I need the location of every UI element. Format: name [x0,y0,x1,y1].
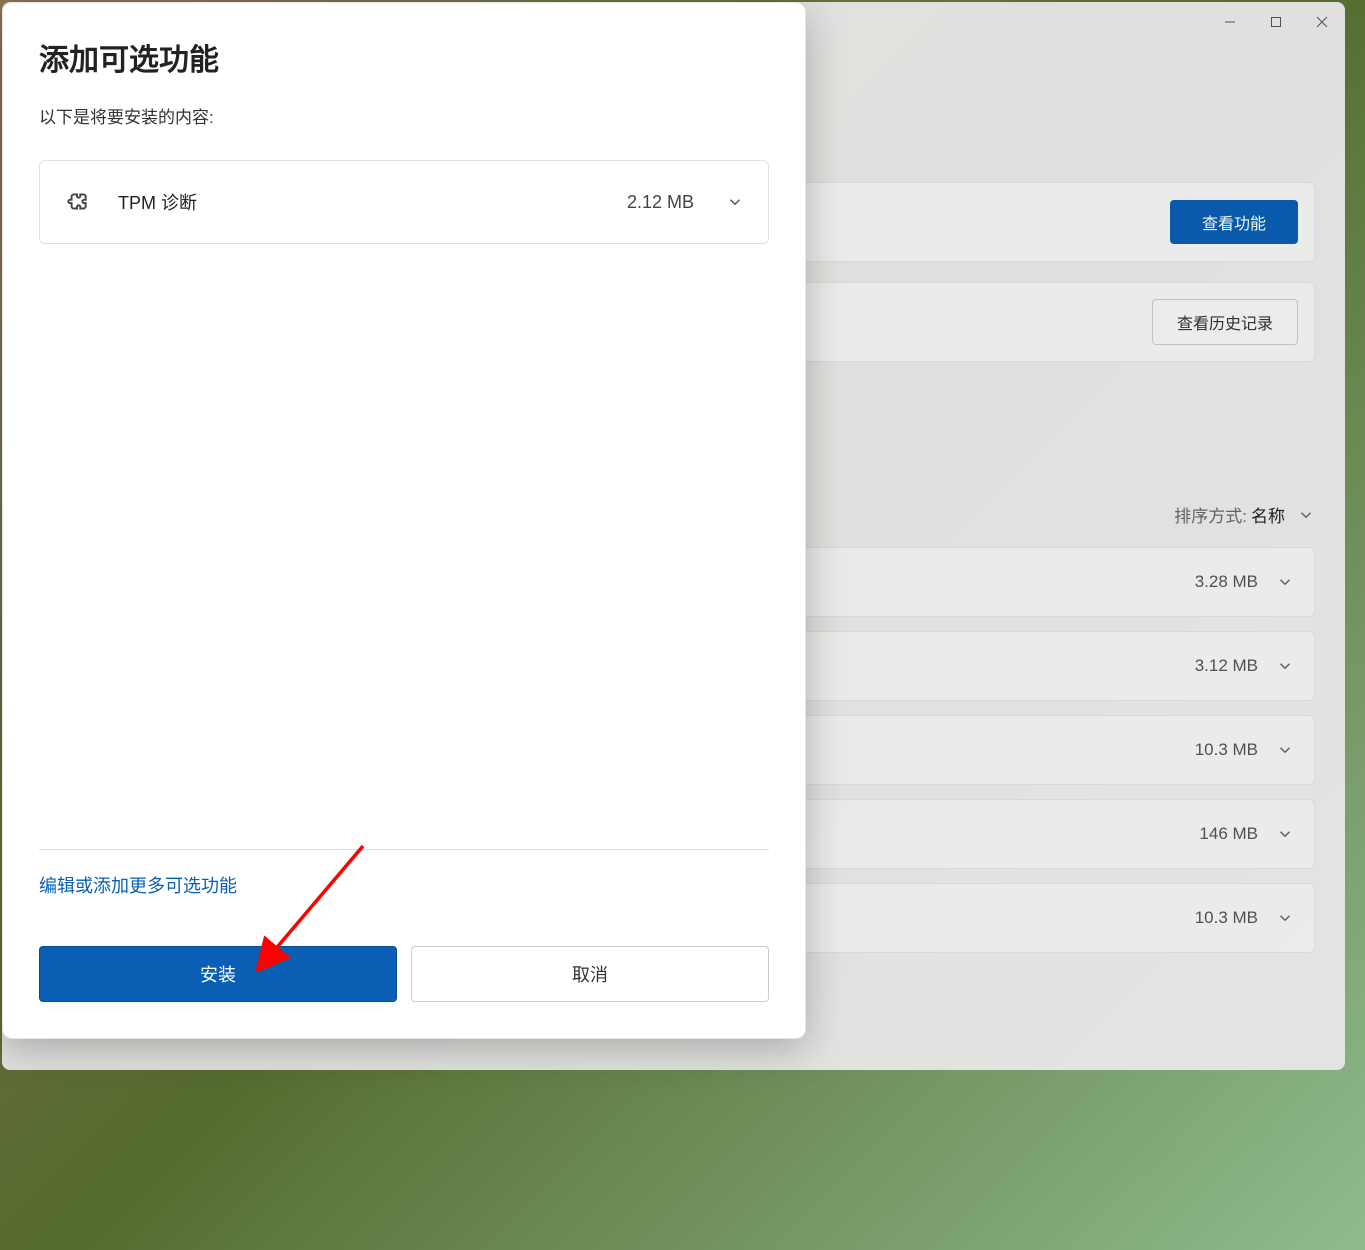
maximize-button[interactable] [1253,2,1299,42]
add-optional-feature-dialog: 添加可选功能 以下是将要安装的内容: TPM 诊断 2.12 MB 编辑或添加更… [2,2,806,1039]
feature-item-tpm[interactable]: TPM 诊断 2.12 MB [40,161,768,243]
feature-size: 3.28 MB [1195,572,1258,592]
install-button[interactable]: 安装 [39,946,397,1002]
dialog-subtitle: 以下是将要安装的内容: [39,103,769,128]
close-button[interactable] [1299,2,1345,42]
sort-value: 名称 [1251,502,1285,527]
feature-size: 10.3 MB [1195,740,1258,760]
puzzle-icon [64,189,90,215]
dialog-title: 添加可选功能 [39,35,769,79]
feature-size: 3.12 MB [1195,656,1258,676]
chevron-down-icon[interactable] [726,193,744,211]
edit-add-more-link[interactable]: 编辑或添加更多可选功能 [39,872,237,898]
divider [39,849,769,850]
view-features-button[interactable]: 查看功能 [1170,200,1298,244]
feature-size: 10.3 MB [1195,908,1258,928]
feature-to-install-list: TPM 诊断 2.12 MB [39,160,769,244]
minimize-button[interactable] [1207,2,1253,42]
sort-label: 排序方式: [1174,502,1247,527]
view-history-button[interactable]: 查看历史记录 [1152,299,1298,345]
feature-size: 146 MB [1199,824,1258,844]
cancel-button[interactable]: 取消 [411,946,769,1002]
feature-name: TPM 诊断 [118,189,627,215]
feature-size: 2.12 MB [627,192,694,213]
